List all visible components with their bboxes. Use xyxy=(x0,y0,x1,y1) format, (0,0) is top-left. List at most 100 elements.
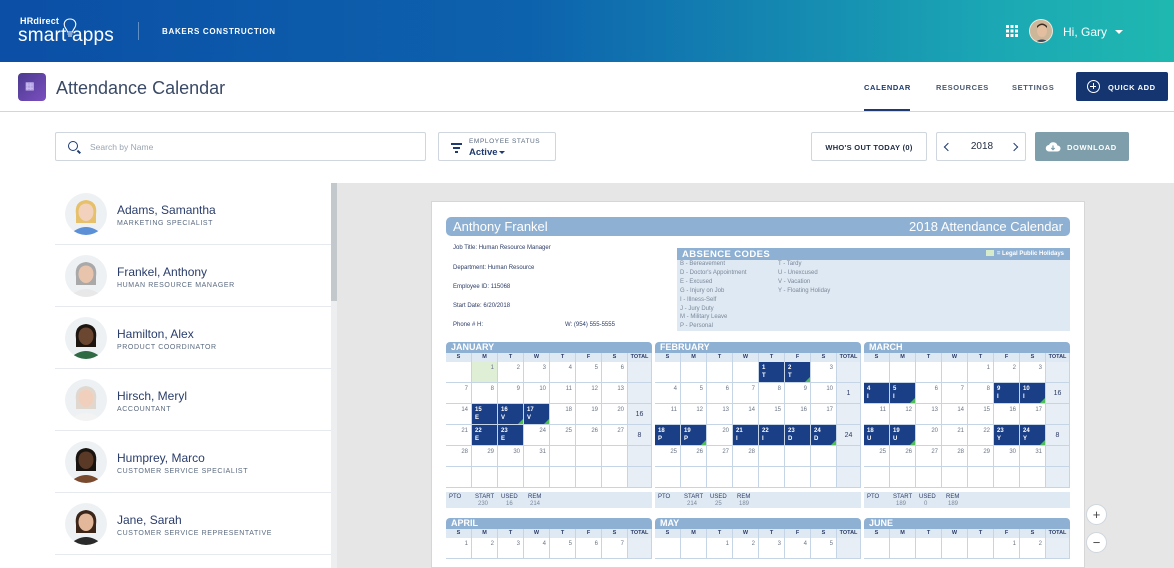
day-cell[interactable] xyxy=(498,467,524,488)
day-cell[interactable]: 2T xyxy=(785,362,811,383)
day-cell[interactable] xyxy=(890,467,916,488)
day-cell[interactable] xyxy=(864,467,890,488)
day-cell[interactable] xyxy=(811,446,837,467)
day-cell[interactable]: 6 xyxy=(602,362,628,383)
day-cell[interactable]: 20 xyxy=(602,404,628,425)
day-cell[interactable]: 23 E xyxy=(498,425,524,446)
day-cell[interactable] xyxy=(524,467,550,488)
day-cell[interactable]: 2 xyxy=(472,538,498,559)
day-cell[interactable]: 5 xyxy=(550,538,576,559)
day-cell[interactable]: 16 xyxy=(994,404,1020,425)
day-cell[interactable] xyxy=(733,362,759,383)
day-cell[interactable]: 10 xyxy=(811,383,837,404)
day-cell[interactable]: 17 V xyxy=(524,404,550,425)
day-cell[interactable]: 2 xyxy=(498,362,524,383)
day-cell[interactable]: 9I xyxy=(994,383,1020,404)
day-cell[interactable]: 7 xyxy=(733,383,759,404)
day-cell[interactable]: 25 xyxy=(550,425,576,446)
day-cell[interactable]: 13 xyxy=(707,404,733,425)
employee-row[interactable]: Adams, Samantha MARKETING SPECIALIST xyxy=(55,183,331,245)
day-cell[interactable] xyxy=(942,362,968,383)
day-cell[interactable]: 1T xyxy=(759,362,785,383)
day-cell[interactable]: 28 xyxy=(733,446,759,467)
employee-row[interactable]: Hamilton, Alex PRODUCT COORDINATOR xyxy=(55,307,331,369)
day-cell[interactable]: 10 xyxy=(524,383,550,404)
day-cell[interactable] xyxy=(785,467,811,488)
day-cell[interactable]: 22 E xyxy=(472,425,498,446)
day-cell[interactable]: 5 xyxy=(681,383,707,404)
tab-resources[interactable]: RESOURCES xyxy=(936,83,989,92)
day-cell[interactable] xyxy=(446,362,472,383)
day-cell[interactable]: 25 xyxy=(655,446,681,467)
day-cell[interactable]: 21 xyxy=(446,425,472,446)
employee-row[interactable]: Hirsch, Meryl ACCOUNTANT xyxy=(55,369,331,431)
quick-add-button[interactable]: QUICK ADD xyxy=(1076,72,1168,101)
day-cell[interactable] xyxy=(681,467,707,488)
day-cell[interactable] xyxy=(759,446,785,467)
day-cell[interactable]: 4 xyxy=(785,538,811,559)
day-cell[interactable]: 1 xyxy=(968,362,994,383)
chevron-down-icon[interactable] xyxy=(1115,30,1123,34)
day-cell[interactable]: 8 xyxy=(759,383,785,404)
day-cell[interactable]: 9 xyxy=(785,383,811,404)
day-cell[interactable]: 26 xyxy=(681,446,707,467)
day-cell[interactable]: 21 xyxy=(942,425,968,446)
zoom-out-button[interactable]: − xyxy=(1086,532,1107,553)
day-cell[interactable] xyxy=(864,362,890,383)
day-cell[interactable]: 26 xyxy=(576,425,602,446)
day-cell[interactable]: 4 xyxy=(655,383,681,404)
chevron-right-icon[interactable] xyxy=(1007,133,1025,162)
day-cell[interactable] xyxy=(864,538,890,559)
day-cell[interactable] xyxy=(707,467,733,488)
user-greeting[interactable]: Hi, Gary xyxy=(1063,25,1107,39)
day-cell[interactable] xyxy=(890,538,916,559)
day-cell[interactable]: 9 xyxy=(498,383,524,404)
day-cell[interactable] xyxy=(1020,467,1046,488)
tab-settings[interactable]: SETTINGS xyxy=(1012,83,1054,92)
day-cell[interactable]: 23 D xyxy=(785,425,811,446)
day-cell[interactable]: 28 xyxy=(942,446,968,467)
day-cell[interactable]: 20 xyxy=(707,425,733,446)
day-cell[interactable]: 22 I xyxy=(759,425,785,446)
day-cell[interactable]: 24 D xyxy=(811,425,837,446)
day-cell[interactable]: 30 xyxy=(994,446,1020,467)
day-cell[interactable] xyxy=(655,467,681,488)
tab-calendar[interactable]: CALENDAR xyxy=(864,83,911,92)
day-cell[interactable]: 18 U xyxy=(864,425,890,446)
day-cell[interactable]: 12 xyxy=(890,404,916,425)
day-cell[interactable] xyxy=(916,538,942,559)
day-cell[interactable] xyxy=(916,467,942,488)
day-cell[interactable]: 31 xyxy=(524,446,550,467)
day-cell[interactable] xyxy=(759,467,785,488)
day-cell[interactable]: 3 xyxy=(524,362,550,383)
employee-row[interactable]: Jane, Sarah CUSTOMER SERVICE REPRESENTATI… xyxy=(55,493,331,555)
day-cell[interactable] xyxy=(968,467,994,488)
day-cell[interactable] xyxy=(994,467,1020,488)
day-cell[interactable]: 28 xyxy=(446,446,472,467)
day-cell[interactable]: 2 xyxy=(1020,538,1046,559)
day-cell[interactable]: 30 xyxy=(498,446,524,467)
day-cell[interactable]: 8 xyxy=(968,383,994,404)
day-cell[interactable]: 27 xyxy=(916,446,942,467)
day-cell[interactable] xyxy=(733,467,759,488)
day-cell[interactable]: 18 P xyxy=(655,425,681,446)
search-input[interactable] xyxy=(90,140,410,154)
day-cell[interactable]: 8 xyxy=(472,383,498,404)
day-cell[interactable] xyxy=(576,446,602,467)
day-cell[interactable] xyxy=(942,467,968,488)
zoom-in-button[interactable]: + xyxy=(1086,504,1107,525)
day-cell[interactable]: 12 xyxy=(681,404,707,425)
day-cell[interactable]: 19 U xyxy=(890,425,916,446)
day-cell[interactable] xyxy=(550,446,576,467)
day-cell[interactable] xyxy=(785,446,811,467)
day-cell[interactable]: 13 xyxy=(602,383,628,404)
day-cell[interactable] xyxy=(550,467,576,488)
day-cell[interactable]: 12 xyxy=(576,383,602,404)
day-cell[interactable] xyxy=(602,467,628,488)
day-cell[interactable]: 19 P xyxy=(681,425,707,446)
day-cell[interactable] xyxy=(602,446,628,467)
day-cell[interactable]: 1 xyxy=(994,538,1020,559)
download-button[interactable]: DOWNLOAD xyxy=(1035,132,1129,161)
day-cell[interactable]: 6 xyxy=(916,383,942,404)
apps-grid-icon[interactable] xyxy=(1006,25,1018,37)
